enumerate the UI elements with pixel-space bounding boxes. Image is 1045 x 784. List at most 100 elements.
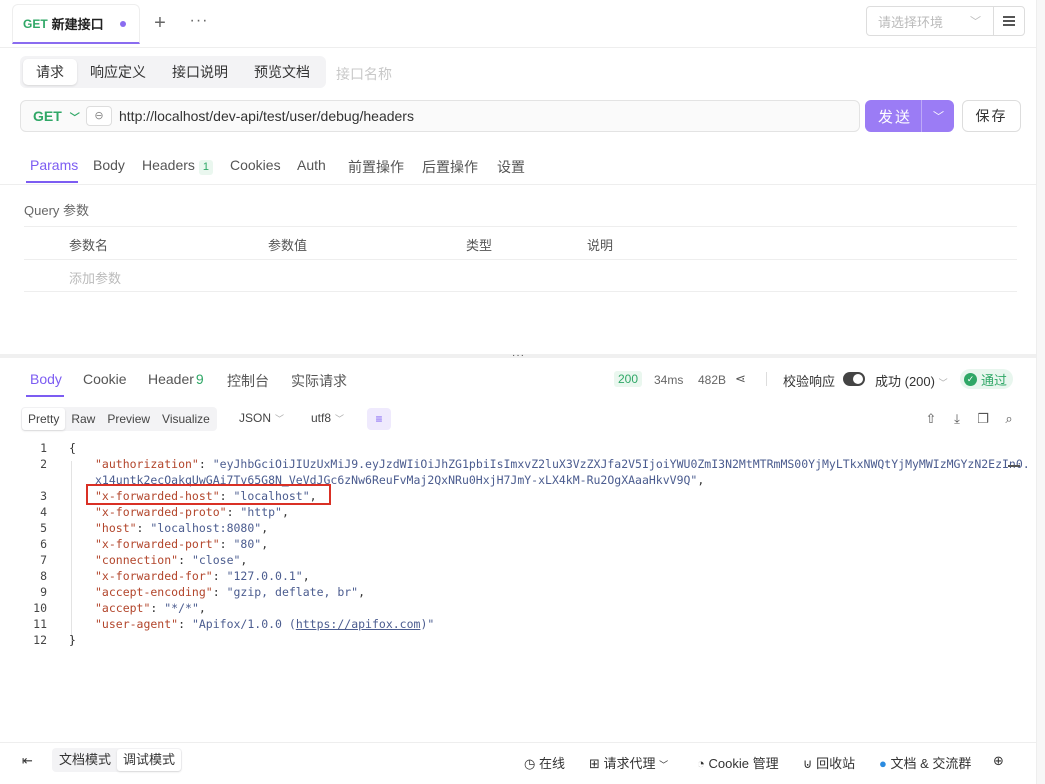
right-scrollbar[interactable]	[1036, 0, 1045, 784]
table-header: 参数名 参数值 类型 说明	[24, 226, 1017, 259]
format-label: JSON	[239, 411, 272, 425]
unsaved-dot-icon	[119, 20, 126, 27]
scroll-indicator[interactable]	[1008, 465, 1020, 467]
resp-tab-actual-request[interactable]: 实际请求	[291, 371, 347, 391]
add-param-input[interactable]: 添加参数	[69, 268, 121, 287]
save-button[interactable]: 保存	[962, 100, 1021, 132]
sub-tabs: 请求 响应定义 接口说明 预览文档	[20, 56, 326, 88]
line-number: 3	[40, 489, 47, 503]
method-select[interactable]: GET ﹀	[25, 104, 81, 128]
doc-mode-button[interactable]: 文档模式	[53, 749, 117, 771]
view-pretty[interactable]: Pretty	[22, 408, 66, 430]
success-status-select[interactable]: 成功 (200) ﹀	[875, 371, 948, 390]
format-select[interactable]: JSON ﹀	[239, 411, 284, 425]
line-number: 8	[40, 569, 47, 583]
json-value: "gzip, deflate, br"	[226, 585, 359, 599]
ua-prefix: "Apifox/1.0.0 (	[191, 617, 296, 631]
json-value: "80"	[233, 537, 262, 551]
download-icon[interactable]: ⤓	[949, 411, 965, 427]
api-name-input[interactable]: 接口名称	[336, 64, 392, 84]
environment-menu-button[interactable]	[993, 6, 1025, 36]
tab-cookies[interactable]: Cookies	[230, 157, 281, 173]
send-button[interactable]: 发送 ﹀	[865, 100, 954, 132]
indent-guide	[71, 461, 72, 645]
new-tab-button[interactable]: +	[150, 12, 170, 34]
response-code-view[interactable]: 1 2 3 4 5 6 7 8 9 10 11 12 { "authorizat…	[21, 439, 1030, 659]
view-mode-group: Pretty Raw Preview Visualize	[21, 407, 217, 431]
resp-tab-header[interactable]: Header 9	[148, 371, 204, 387]
share-icon[interactable]: ⋖	[735, 371, 746, 387]
subtab-response-definition[interactable]: 响应定义	[77, 59, 159, 85]
header-count: 9	[195, 371, 204, 387]
resp-tab-body[interactable]: Body	[30, 371, 62, 387]
col-param-value: 参数值	[268, 238, 308, 253]
cookie-manager-button[interactable]: ◔ Cookie 管理	[697, 753, 779, 772]
resp-tab-cookie[interactable]: Cookie	[83, 371, 127, 387]
chevron-down-icon: ﹀	[970, 16, 981, 28]
copy-icon[interactable]: ❐	[975, 411, 991, 427]
encoding-select[interactable]: utf8 ﹀	[311, 411, 344, 425]
tab-post-processors[interactable]: 后置操作	[422, 157, 478, 177]
send-divider	[921, 100, 922, 132]
json-key: "host"	[95, 521, 137, 535]
subtab-api-description[interactable]: 接口说明	[159, 59, 241, 85]
chevron-down-icon: ﹀	[938, 378, 948, 388]
tab-settings[interactable]: 设置	[497, 157, 525, 177]
col-type: 类型	[466, 238, 493, 253]
view-raw[interactable]: Raw	[65, 408, 101, 430]
url-input[interactable]: http://localhost/dev-api/test/user/debug…	[119, 108, 414, 124]
tab-params[interactable]: Params	[30, 157, 78, 173]
tab-headers[interactable]: Headers 1	[142, 157, 214, 175]
online-icon: ◷	[524, 756, 536, 771]
chevron-down-icon[interactable]: ﹀	[933, 108, 944, 124]
pass-badge: ✓ 通过	[960, 369, 1014, 389]
json-value: "localhost:8080"	[150, 521, 262, 535]
view-visualize[interactable]: Visualize	[156, 408, 216, 430]
line-number: 9	[40, 585, 47, 599]
verify-response-toggle[interactable]	[843, 372, 865, 386]
request-tab[interactable]: GET 新建接口	[12, 4, 140, 44]
search-icon[interactable]: ⌕	[1001, 411, 1017, 427]
chevron-down-icon: ﹀	[335, 414, 345, 424]
tab-body[interactable]: Body	[93, 157, 125, 173]
code-line: "authorization": "eyJhbGciOiJIUzUxMiJ9.e…	[95, 457, 1030, 471]
link-icon[interactable]: ⊖	[86, 106, 112, 126]
subtab-request[interactable]: 请求	[23, 59, 77, 85]
params-table: 参数名 参数值 类型 说明 添加参数	[24, 226, 1017, 292]
upload-icon[interactable]: ⇧	[923, 411, 939, 427]
debug-mode-button[interactable]: 调试模式	[117, 749, 182, 771]
environment-select[interactable]: 请选择环境 ﹀	[866, 6, 994, 36]
status-code-badge: 200	[614, 371, 643, 387]
view-preview[interactable]: Preview	[101, 408, 156, 430]
more-icon[interactable]: ···	[188, 12, 210, 34]
check-icon: ✓	[964, 372, 977, 386]
line-number: 2	[40, 457, 47, 471]
mode-toggle-group: 文档模式 调试模式	[52, 748, 183, 772]
line-number: 1	[40, 441, 47, 455]
request-proxy-button[interactable]: ⊞ 请求代理 ﹀	[589, 753, 668, 772]
collapse-sidebar-icon[interactable]: ⇤	[22, 753, 33, 769]
code-line: "host": "localhost:8080",	[95, 521, 269, 535]
json-key: "user-agent"	[95, 617, 179, 631]
community-button[interactable]: ● 文档 & 交流群	[879, 753, 971, 772]
code-line: }	[69, 633, 76, 647]
recycle-bin-button[interactable]: ⊍ 回收站	[803, 753, 855, 772]
resp-tab-console[interactable]: 控制台	[227, 371, 269, 391]
code-line: "accept": "*/*",	[95, 601, 206, 615]
word-wrap-icon[interactable]: ≡	[367, 408, 391, 430]
drag-handle-icon[interactable]: ···	[512, 350, 525, 361]
code-line: "connection": "close",	[95, 553, 248, 567]
divider	[766, 372, 767, 386]
tab-auth[interactable]: Auth	[297, 157, 326, 173]
verify-response-label: 校验响应	[783, 374, 836, 389]
subtab-preview-doc[interactable]: 预览文档	[241, 59, 323, 85]
json-value: "*/*"	[164, 601, 199, 615]
json-key: "x-forwarded-port"	[95, 537, 220, 551]
json-link[interactable]: https://apifox.com	[296, 617, 421, 631]
tab-pre-processors[interactable]: 前置操作	[348, 157, 404, 177]
online-status[interactable]: ◷ 在线	[524, 753, 565, 772]
send-label: 发送	[878, 108, 913, 126]
tab-title: 新建接口	[51, 17, 104, 32]
url-bar: GET ﹀ ⊖ http://localhost/dev-api/test/us…	[20, 100, 860, 132]
help-icon[interactable]: ⊕	[993, 753, 1004, 769]
